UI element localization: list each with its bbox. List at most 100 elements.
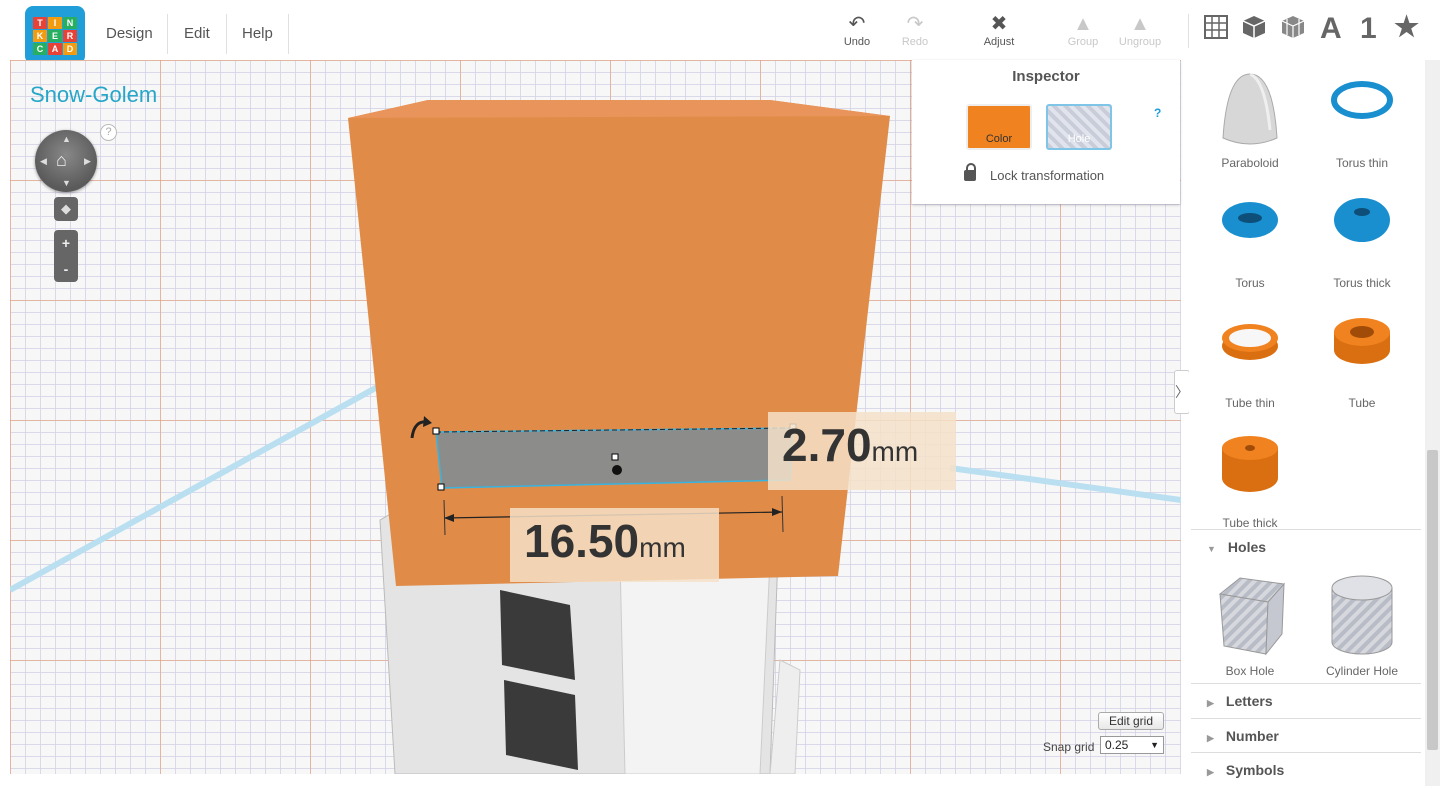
group-button[interactable]: ▲ Group [1066, 12, 1100, 48]
ungroup-icon: ▲ [1130, 13, 1150, 35]
arrow-up-icon[interactable]: ▲ [62, 134, 71, 144]
section-label: Symbols [1225, 762, 1285, 778]
adjust-button[interactable]: ✖ Adjust [982, 12, 1016, 48]
width-value[interactable]: 16.50 [524, 515, 639, 567]
zoom-control: + - [54, 230, 78, 282]
shape-label: Torus [1235, 276, 1265, 290]
body-face [619, 559, 771, 774]
dark-block-2 [504, 680, 578, 770]
shape-label: Box Hole [1225, 664, 1275, 678]
snap-grid-select[interactable]: 0.25 ▼ [1100, 736, 1164, 754]
lift-handle [612, 465, 622, 475]
fit-view-cube-icon[interactable]: ◆ [54, 197, 78, 221]
arrow-left-icon[interactable]: ◀ [40, 156, 47, 167]
height-value[interactable]: 2.70 [782, 419, 872, 471]
lock-icon [964, 163, 976, 181]
shape-torus-thick[interactable]: Torus thick [1306, 190, 1418, 290]
menu-design[interactable]: Design [90, 0, 169, 60]
shape-label: Cylinder Hole [1325, 664, 1399, 678]
design-title[interactable]: Snow-Golem [30, 82, 157, 108]
shape-cylinder-hole[interactable]: Cylinder Hole [1306, 572, 1418, 678]
logo-letter: D [63, 43, 77, 55]
arrow-right-icon[interactable]: ▶ [84, 156, 91, 167]
logo-letter: I [48, 17, 62, 29]
shape-label: Torus thick [1333, 276, 1391, 290]
redo-label: Redo [901, 36, 929, 48]
menu-help[interactable]: Help [226, 0, 289, 60]
toolbar-divider [1188, 14, 1189, 48]
ungroup-label: Ungroup [1118, 36, 1162, 48]
logo-letter: N [63, 17, 77, 29]
snap-grid-label: Snap grid [1043, 740, 1095, 754]
zoom-out-button[interactable]: - [54, 256, 78, 282]
color-swatch-button[interactable]: Color [966, 104, 1032, 150]
shapes-library-panel: Paraboloid Torus thin Torus Torus thick … [1189, 60, 1425, 786]
corner-handle [432, 427, 440, 435]
home-icon[interactable]: ⌂ [56, 150, 67, 171]
shape-torus-thin[interactable]: Torus thin [1306, 70, 1418, 170]
orbit-navigation-wheel[interactable]: ▲ ▼ ◀ ▶ ⌂ [35, 130, 97, 192]
logo-letter: A [48, 43, 62, 55]
shape-tube[interactable]: Tube [1306, 310, 1418, 410]
group-label: Group [1067, 36, 1099, 48]
ungroup-button[interactable]: ▲ Ungroup [1117, 12, 1163, 48]
inspector-help-icon[interactable]: ? [1154, 106, 1161, 120]
height-dimension-label[interactable]: 2.70mm [768, 412, 956, 490]
section-label: Holes [1227, 539, 1267, 555]
undo-icon: ↶ [848, 13, 866, 35]
adjust-icon: ✖ [990, 13, 1008, 35]
lock-transformation-toggle[interactable]: Lock transformation [964, 163, 1105, 183]
shape-label: Tube [1348, 396, 1376, 410]
body-side [769, 659, 801, 774]
zoom-in-button[interactable]: + [54, 230, 78, 256]
axis-line [10, 377, 392, 593]
section-letters-header[interactable]: ▶ Letters [1191, 683, 1421, 717]
redo-icon: ↷ [906, 13, 924, 35]
width-dimension-label[interactable]: 16.50mm [510, 508, 719, 582]
shape-box-hole[interactable]: Box Hole [1194, 572, 1306, 678]
axis-line [949, 465, 1181, 503]
box-hole-icon [1218, 577, 1285, 656]
shape-torus[interactable]: Torus [1194, 190, 1306, 290]
edit-grid-button[interactable]: Edit grid [1098, 712, 1164, 730]
number-icon[interactable]: 1 [1360, 12, 1377, 46]
chevron-right-icon: ▶ [1207, 733, 1214, 743]
group-icon: ▲ [1073, 13, 1093, 35]
undo-button[interactable]: ↶ Undo [842, 12, 872, 48]
panel-scrollbar-thumb[interactable] [1427, 450, 1438, 750]
shapes-cube-icon[interactable] [1241, 14, 1267, 47]
torus-icon [1222, 202, 1278, 238]
snap-grid-value: 0.25 [1105, 738, 1129, 752]
favorites-star-icon[interactable]: ★ [1394, 10, 1419, 43]
shape-label: Tube thick [1222, 516, 1278, 530]
top-toolbar: T I N K E R C A D Design Edit Help ↶ Und… [0, 0, 1443, 64]
collapse-panel-chevron-icon[interactable]: 〉 [1174, 370, 1190, 414]
help-icon[interactable]: ? [100, 124, 117, 141]
logo-letter: E [48, 30, 62, 42]
shape-paraboloid[interactable]: Paraboloid [1194, 70, 1306, 170]
lock-label: Lock transformation [990, 168, 1105, 183]
tube-thin-icon [1222, 324, 1278, 360]
section-label: Number [1225, 728, 1279, 744]
chevron-right-icon: ▶ [1207, 767, 1214, 777]
shape-tube-thin[interactable]: Tube thin [1194, 310, 1306, 410]
height-unit: mm [871, 436, 919, 467]
section-symbols-header[interactable]: ▶ Symbols [1191, 752, 1421, 786]
workplane-icon[interactable] [1203, 14, 1229, 47]
section-number-header[interactable]: ▶ Number [1191, 718, 1421, 752]
shape-label: Paraboloid [1221, 156, 1279, 170]
wireframe-cube-icon[interactable] [1280, 14, 1306, 47]
shape-tube-thick[interactable]: Tube thick [1194, 430, 1306, 530]
letters-icon[interactable]: A [1320, 12, 1342, 46]
chevron-down-icon: ▼ [1150, 740, 1159, 750]
arrow-down-icon[interactable]: ▼ [62, 178, 71, 188]
tube-icon [1334, 318, 1390, 364]
shape-label: Torus thin [1335, 156, 1389, 170]
corner-handle [437, 483, 445, 491]
tinkercad-logo[interactable]: T I N K E R C A D [25, 6, 85, 64]
menu-edit[interactable]: Edit [168, 0, 226, 60]
hole-swatch-button[interactable]: Hole [1046, 104, 1112, 150]
redo-button[interactable]: ↷ Redo [900, 12, 930, 48]
shape-label: Tube thin [1225, 396, 1275, 410]
section-holes-header[interactable]: ▼ Holes [1191, 529, 1421, 563]
